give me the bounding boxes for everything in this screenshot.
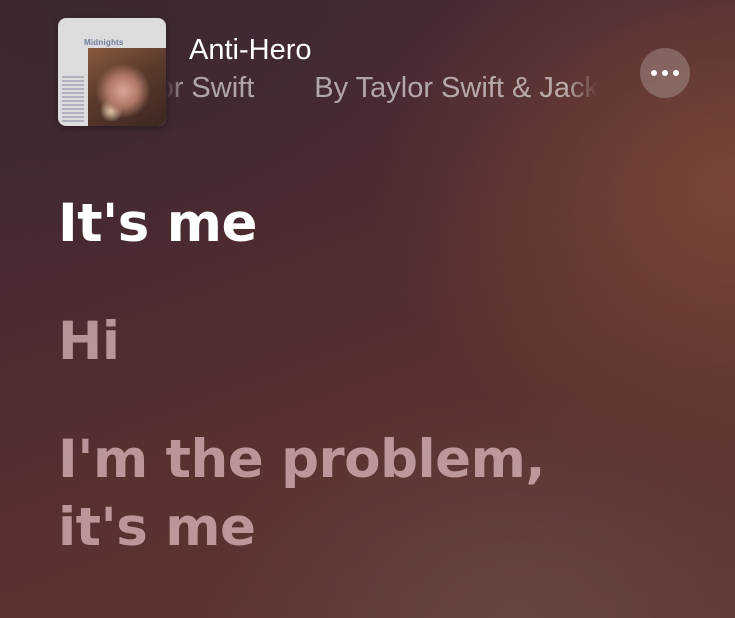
- lyric-line-current[interactable]: It's me: [58, 190, 698, 258]
- album-art-title: Midnights: [84, 38, 124, 47]
- artist-name: Taylor Swift: [166, 72, 255, 104]
- lyric-line[interactable]: Hi: [58, 308, 698, 376]
- album-artwork[interactable]: Midnights: [58, 18, 166, 126]
- lyric-line[interactable]: I'm the problem, it's me: [58, 426, 698, 562]
- artist-credit: By Taylor Swift & Jack Antonoff: [314, 72, 598, 104]
- now-playing-header: Midnights Anti-Hero Taylor Swift By Taylo…: [0, 0, 735, 140]
- track-title[interactable]: Anti-Hero: [189, 34, 312, 67]
- lyrics-view: It's me Hi I'm the problem, it's me: [58, 190, 698, 562]
- more-options-button[interactable]: [640, 48, 690, 98]
- artist-marquee[interactable]: Taylor Swift By Taylor Swift & Jack Anton…: [166, 72, 598, 112]
- album-art-tracklist: [62, 76, 84, 124]
- ellipsis-icon: [651, 70, 679, 76]
- album-art-photo: [88, 48, 166, 126]
